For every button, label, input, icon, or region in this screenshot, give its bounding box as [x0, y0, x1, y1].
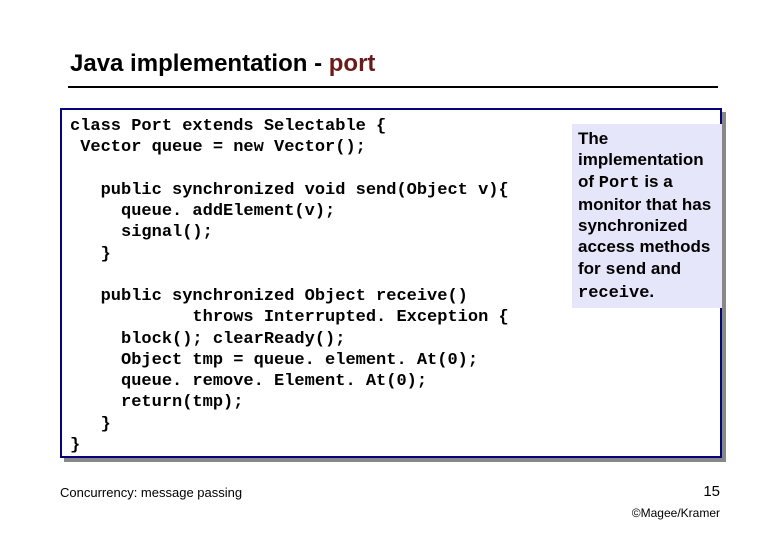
code-line: } — [70, 436, 80, 455]
note-port: Port — [599, 174, 640, 193]
note-text: . — [649, 282, 654, 301]
code-line: queue. addElement(v); — [70, 202, 335, 221]
code-line: queue. remove. Element. At(0); — [70, 372, 427, 391]
slide-title: Java implementation - port — [70, 50, 375, 78]
note-send: send — [605, 261, 646, 280]
code-line: } — [70, 415, 111, 434]
code-line: public synchronized Object receive() — [70, 287, 468, 306]
note-receive: receive — [578, 284, 649, 303]
title-underline — [68, 86, 718, 88]
title-prefix: Java implementation - — [70, 50, 329, 77]
code-line: public synchronized void send(Object v){ — [70, 181, 509, 200]
slide: Java implementation - port class Port ex… — [0, 0, 780, 540]
note-text: and — [646, 259, 681, 278]
note-box: The implementation of Port is a monitor … — [572, 124, 722, 308]
footer-page: 15 — [703, 483, 720, 500]
code-line: signal(); — [70, 223, 213, 242]
code-line: block(); clearReady(); — [70, 330, 345, 349]
code-line: throws Interrupted. Exception { — [70, 308, 509, 327]
title-port: port — [329, 50, 376, 77]
code-line: } — [70, 245, 111, 264]
code-line: Vector queue = new Vector(); — [70, 138, 366, 157]
code-line: class Port extends Selectable { — [70, 117, 386, 136]
footer-credit: ©Magee/Kramer — [632, 506, 720, 520]
code-line: return(tmp); — [70, 393, 243, 412]
footer-left: Concurrency: message passing — [60, 485, 242, 500]
code-line: Object tmp = queue. element. At(0); — [70, 351, 478, 370]
